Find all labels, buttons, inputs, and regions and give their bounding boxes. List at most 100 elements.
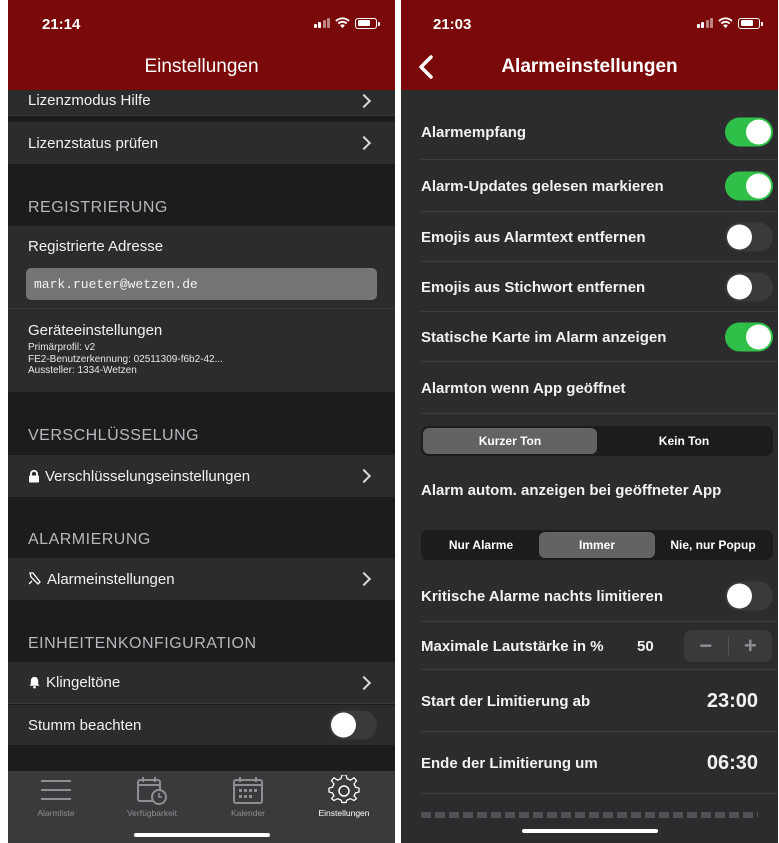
- tab-label: Verfügbarkeit: [126, 808, 178, 818]
- status-time: 21:14: [42, 16, 81, 33]
- limit-start-time[interactable]: 23:00: [707, 690, 758, 713]
- segment-option[interactable]: Nie, nur Popup: [655, 532, 771, 558]
- critical-limit-toggle[interactable]: [725, 581, 773, 611]
- plus-button[interactable]: +: [729, 630, 773, 662]
- device-user-id: FE2-Benutzerkennung: 02511309-f6b2-42...: [28, 353, 223, 365]
- chevron-right-icon: [356, 135, 372, 151]
- calendar-icon: [233, 777, 263, 804]
- license-help-label: Lizenzmodus Hilfe: [28, 92, 151, 109]
- chevron-right-icon: [356, 93, 372, 109]
- status-bar: 21:03: [401, 0, 778, 44]
- calendar-clock-icon: [137, 777, 167, 805]
- alarm-settings-icon: [28, 572, 41, 585]
- toggle-row: Alarm-Updates gelesen markieren: [401, 160, 778, 212]
- tab-einstellungen[interactable]: Einstellungen: [296, 771, 392, 843]
- home-indicator: [133, 833, 270, 837]
- toggle-row-label: Emojis aus Stichwort entfernen: [421, 278, 646, 296]
- auto-show-row: Alarm autom. anzeigen bei geöffneter App: [401, 468, 778, 512]
- toggle-knob: [727, 583, 752, 609]
- license-check-label: Lizenzstatus prüfen: [28, 134, 159, 152]
- ringtones-row[interactable]: Klingeltöne: [8, 662, 395, 704]
- limit-end-label: Ende der Limitierung um: [421, 754, 598, 772]
- chevron-right-icon: [356, 571, 372, 587]
- toggle-row-label: Statische Karte im Alarm anzeigen: [421, 328, 667, 346]
- chevron-right-icon: [356, 468, 372, 484]
- minus-button[interactable]: −: [684, 630, 728, 662]
- back-chevron-icon[interactable]: [413, 52, 439, 82]
- respect-mute-toggle[interactable]: [329, 710, 377, 740]
- nav-bar: Einstellungen: [8, 44, 395, 90]
- toggle-knob: [746, 173, 771, 199]
- tab-label: Kalender: [230, 808, 266, 818]
- limit-start-label: Start der Limitierung ab: [421, 692, 591, 710]
- wifi-icon: [718, 17, 733, 29]
- toggle-knob: [746, 119, 771, 145]
- static-map-toggle[interactable]: [725, 322, 773, 352]
- toggle-row-label: Emojis aus Alarmtext entfernen: [421, 228, 646, 246]
- wifi-icon: [335, 17, 350, 29]
- toggle-knob: [727, 274, 752, 300]
- device-primary-profile: Primärprofil: v2: [28, 342, 96, 353]
- limit-start-row[interactable]: Start der Limitierung ab 23:00: [401, 670, 778, 732]
- alarm-tone-segmented-control: Kurzer Ton Kein Ton: [421, 426, 773, 456]
- toggle-row-label: Alarm-Updates gelesen markieren: [421, 177, 664, 195]
- license-check-row[interactable]: Lizenzstatus prüfen: [8, 122, 395, 164]
- section-header-registration: REGISTRIERUNG: [28, 199, 168, 216]
- max-volume-row: Maximale Lautstärke in % 50 − +: [401, 622, 778, 670]
- auto-show-label: Alarm autom. anzeigen bei geöffneter App: [421, 481, 722, 499]
- home-indicator: [521, 829, 658, 833]
- auto-show-segmented-control: Nur Alarme Immer Nie, nur Popup: [421, 530, 773, 560]
- tab-bar: Alarmliste Verfügbarkeit Kalender Einste…: [8, 771, 395, 843]
- emoji-alarmtext-toggle[interactable]: [725, 222, 773, 252]
- tab-alarmliste[interactable]: Alarmliste: [8, 771, 104, 843]
- mark-updates-read-toggle[interactable]: [725, 171, 773, 201]
- tab-label: Alarmliste: [37, 808, 75, 818]
- list-icon: [41, 780, 71, 800]
- respect-mute-label: Stumm beachten: [28, 716, 142, 734]
- segment-option[interactable]: Immer: [539, 532, 655, 558]
- limit-end-row[interactable]: Ende der Limitierung um 06:30: [401, 732, 778, 794]
- max-volume-label: Maximale Lautstärke in %: [421, 637, 604, 655]
- max-volume-value: 50: [637, 637, 654, 655]
- signal-icon: [696, 18, 713, 28]
- critical-limit-label: Kritische Alarme nachts limitieren: [421, 587, 664, 605]
- segment-option[interactable]: Kein Ton: [597, 428, 771, 454]
- alarm-settings-row[interactable]: Alarmeinstellungen: [8, 558, 395, 600]
- page-title: Alarmeinstellungen: [501, 56, 678, 77]
- toggle-row: Statische Karte im Alarm anzeigen: [401, 312, 778, 362]
- bell-icon: [29, 676, 40, 689]
- gear-icon: [328, 775, 360, 804]
- tab-label: Einstellungen: [318, 808, 370, 818]
- signal-icon: [313, 18, 330, 28]
- license-help-row[interactable]: Lizenzmodus Hilfe: [8, 90, 395, 116]
- encryption-settings-row[interactable]: Verschlüsselungseinstellungen: [8, 455, 395, 497]
- registered-address-label: Registrierte Adresse: [28, 237, 164, 255]
- volume-stepper: − +: [684, 630, 772, 662]
- registered-address-field[interactable]: mark.rueter@wetzen.de: [26, 268, 377, 300]
- limit-end-time[interactable]: 06:30: [707, 752, 758, 775]
- critical-limit-row: Kritische Alarme nachts limitieren: [401, 570, 778, 622]
- toggle-knob: [746, 324, 771, 350]
- respect-mute-row: Stumm beachten: [8, 705, 395, 745]
- section-header-alarming: ALARMIERUNG: [28, 531, 151, 548]
- status-icons: [696, 17, 763, 29]
- toggle-knob: [331, 712, 356, 738]
- status-bar: 21:14: [8, 0, 395, 44]
- status-time: 21:03: [433, 16, 472, 33]
- ringtones-label: Klingeltöne: [46, 674, 121, 691]
- status-icons: [313, 17, 380, 29]
- lock-icon: [29, 469, 39, 482]
- toggle-knob: [727, 224, 752, 250]
- alarm-settings-label: Alarmeinstellungen: [47, 570, 175, 588]
- segment-option[interactable]: Nur Alarme: [423, 532, 539, 558]
- emoji-keyword-toggle[interactable]: [725, 272, 773, 302]
- alarm-receive-toggle[interactable]: [725, 117, 773, 147]
- device-settings-row[interactable]: Geräteeinstellungen Primärprofil: v2 FE2…: [8, 308, 395, 392]
- settings-screen: 21:14 Einstellungen Lizenzmodus Hilfe Li…: [8, 0, 395, 843]
- section-header-unit-config: EINHEITENKONFIGURATION: [28, 635, 257, 652]
- alarm-tone-label: Alarmton wenn App geöffnet: [421, 379, 626, 397]
- toggle-row: Emojis aus Stichwort entfernen: [401, 262, 778, 312]
- battery-icon: [355, 17, 380, 29]
- page-title: Einstellungen: [144, 56, 259, 77]
- segment-option[interactable]: Kurzer Ton: [423, 428, 597, 454]
